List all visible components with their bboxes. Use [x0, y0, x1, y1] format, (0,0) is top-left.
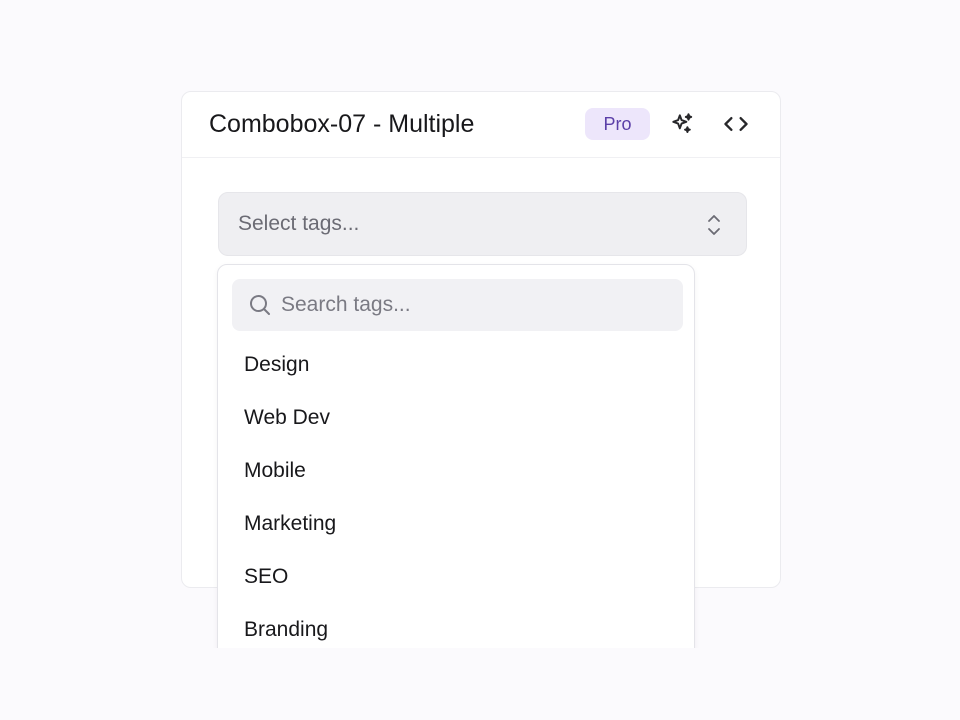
- search-icon: [250, 295, 270, 315]
- option-marketing[interactable]: Marketing: [218, 497, 694, 550]
- card-header: Combobox-07 - Multiple Pro: [182, 92, 780, 158]
- sparkle-icon[interactable]: [668, 110, 696, 138]
- option-seo[interactable]: SEO: [218, 550, 694, 603]
- combobox-placeholder: Select tags...: [238, 212, 360, 235]
- option-mobile[interactable]: Mobile: [218, 444, 694, 497]
- option-design[interactable]: Design: [218, 338, 694, 391]
- option-web-dev[interactable]: Web Dev: [218, 391, 694, 444]
- options-list: Design Web Dev Mobile Marketing SEO Bran…: [218, 338, 694, 656]
- tags-combobox-trigger[interactable]: Select tags...: [218, 192, 747, 256]
- search-input[interactable]: [281, 279, 661, 331]
- card-title: Combobox-07 - Multiple: [209, 110, 475, 138]
- chevron-up-down-icon: [708, 215, 720, 235]
- search-box: [232, 279, 683, 331]
- page-bottom-background: [0, 648, 960, 720]
- pro-badge: Pro: [585, 108, 650, 140]
- code-icon[interactable]: [722, 110, 750, 138]
- tags-dropdown: Design Web Dev Mobile Marketing SEO Bran…: [217, 264, 695, 664]
